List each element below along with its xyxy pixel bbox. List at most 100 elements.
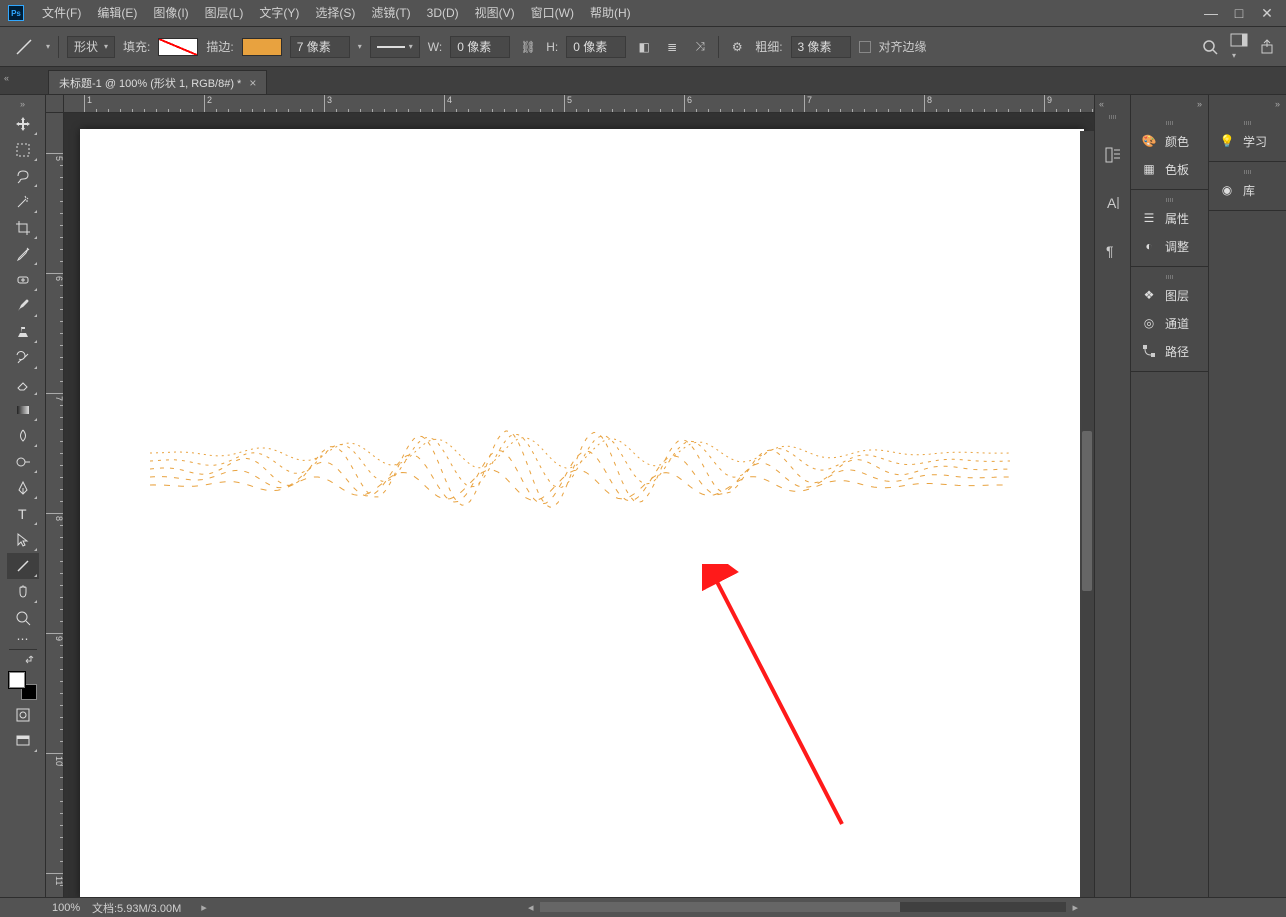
minimize-button[interactable]: —: [1204, 6, 1218, 20]
quick-mask-icon[interactable]: [7, 702, 39, 728]
line-tool-icon[interactable]: [10, 33, 38, 61]
panel-properties[interactable]: ☰属性: [1131, 204, 1208, 232]
menu-type[interactable]: 文字(Y): [251, 1, 307, 26]
foreground-color[interactable]: [9, 672, 25, 688]
collapse-icon[interactable]: »: [1209, 95, 1286, 113]
fill-label: 填充:: [123, 38, 150, 55]
stroke-swatch[interactable]: [242, 38, 282, 56]
paragraph-panel-icon[interactable]: ¶: [1101, 239, 1125, 263]
ruler-horizontal[interactable]: 123456789: [64, 95, 1094, 113]
ruler-vertical[interactable]: 567891011: [46, 113, 64, 897]
path-alignment-icon[interactable]: ≣: [662, 37, 682, 57]
weight-input[interactable]: 3 像素: [791, 36, 851, 58]
menu-edit[interactable]: 编辑(E): [89, 1, 145, 26]
panel-layers[interactable]: ❖图层: [1131, 281, 1208, 309]
eraser-tool[interactable]: [7, 371, 39, 397]
chevron-down-icon: ▾: [104, 42, 108, 51]
crop-tool[interactable]: [7, 215, 39, 241]
dodge-tool[interactable]: [7, 449, 39, 475]
character-panel-icon[interactable]: A: [1101, 191, 1125, 215]
canvas[interactable]: [80, 129, 1084, 897]
clone-stamp-tool[interactable]: [7, 319, 39, 345]
path-selection-tool[interactable]: [7, 527, 39, 553]
maximize-button[interactable]: □: [1232, 6, 1246, 20]
share-icon[interactable]: [1260, 39, 1276, 55]
marquee-tool[interactable]: [7, 137, 39, 163]
zoom-tool[interactable]: [7, 605, 39, 631]
search-icon[interactable]: [1202, 39, 1218, 55]
dock-column-icons: « A ¶: [1094, 95, 1130, 897]
chevron-down-icon[interactable]: ▾: [358, 42, 362, 51]
panel-learn[interactable]: 💡学习: [1209, 127, 1286, 155]
panel-channels[interactable]: ◎通道: [1131, 309, 1208, 337]
blur-tool[interactable]: [7, 423, 39, 449]
eyedropper-tool[interactable]: [7, 241, 39, 267]
document-tab[interactable]: 未标题-1 @ 100% (形状 1, RGB/8#) * ×: [48, 70, 267, 94]
contrast-icon: ◐: [1141, 238, 1157, 254]
menu-filter[interactable]: 滤镜(T): [363, 1, 418, 26]
history-brush-tool[interactable]: [7, 345, 39, 371]
svg-text:T: T: [18, 506, 27, 522]
menu-help[interactable]: 帮助(H): [582, 1, 639, 26]
panel-adjustments[interactable]: ◐调整: [1131, 232, 1208, 260]
close-tab-icon[interactable]: ×: [249, 76, 256, 90]
scrollbar-thumb[interactable]: [540, 902, 900, 912]
scrollbar-thumb[interactable]: [1082, 431, 1092, 591]
screen-mode-icon[interactable]: [7, 728, 39, 754]
menu-window[interactable]: 窗口(W): [523, 1, 582, 26]
document-info[interactable]: 文档:5.93M/3.00M: [92, 900, 181, 916]
lasso-tool[interactable]: [7, 163, 39, 189]
collapse-icon[interactable]: «: [4, 73, 9, 83]
scrollbar-horizontal[interactable]: [540, 902, 1066, 912]
path-arrangement-icon[interactable]: ⤨: [690, 37, 710, 57]
workspace-switcher-icon[interactable]: ▾: [1230, 33, 1248, 61]
stroke-width-input[interactable]: 7 像素: [290, 36, 350, 58]
move-tool[interactable]: [7, 111, 39, 137]
menu-image[interactable]: 图像(I): [145, 1, 196, 26]
line-tool[interactable]: [7, 553, 39, 579]
height-input[interactable]: 0 像素: [566, 36, 626, 58]
scroll-left-icon[interactable]: ◂: [524, 901, 538, 914]
magic-wand-tool[interactable]: [7, 189, 39, 215]
tool-preset-chevron-icon[interactable]: ▾: [46, 42, 50, 51]
scroll-right-icon[interactable]: ▸: [1068, 901, 1082, 914]
panel-column-right: » 💡学习 ◉库: [1208, 95, 1286, 897]
pen-tool[interactable]: [7, 475, 39, 501]
swap-colors-icon[interactable]: [7, 652, 39, 666]
menu-3d[interactable]: 3D(D): [419, 1, 467, 26]
path-operations-icon[interactable]: ◧: [634, 37, 654, 57]
panel-column-main: » 🎨颜色 ▦色板 ☰属性 ◐调整 ❖图层 ◎通道 路径: [1130, 95, 1208, 897]
shape-mode-select[interactable]: 形状 ▾: [67, 36, 115, 58]
link-wh-icon[interactable]: ⛓: [518, 37, 538, 57]
collapse-icon[interactable]: »: [20, 99, 25, 109]
menu-layer[interactable]: 图层(L): [197, 1, 252, 26]
width-input[interactable]: 0 像素: [450, 36, 510, 58]
stroke-style-select[interactable]: ▾: [370, 36, 420, 58]
collapse-icon[interactable]: «: [1099, 99, 1104, 109]
align-edges-checkbox[interactable]: [859, 41, 871, 53]
fill-swatch[interactable]: [158, 38, 198, 56]
menu-file[interactable]: 文件(F): [34, 1, 89, 26]
panel-color[interactable]: 🎨颜色: [1131, 127, 1208, 155]
scrollbar-vertical[interactable]: [1080, 131, 1094, 897]
history-panel-icon[interactable]: [1101, 143, 1125, 167]
panel-libraries[interactable]: ◉库: [1209, 176, 1286, 204]
close-button[interactable]: ✕: [1260, 6, 1274, 20]
collapse-icon[interactable]: »: [1131, 95, 1208, 113]
brush-tool[interactable]: [7, 293, 39, 319]
zoom-level[interactable]: 100%: [12, 902, 72, 914]
edit-toolbar-icon[interactable]: ⋯: [7, 631, 39, 647]
gear-icon[interactable]: ⚙: [727, 37, 747, 57]
menu-select[interactable]: 选择(S): [307, 1, 363, 26]
healing-brush-tool[interactable]: [7, 267, 39, 293]
canvas-viewport[interactable]: [64, 113, 1094, 897]
gradient-tool[interactable]: [7, 397, 39, 423]
ruler-origin[interactable]: [46, 95, 64, 113]
chevron-right-icon[interactable]: ▸: [201, 901, 207, 914]
hand-tool[interactable]: [7, 579, 39, 605]
panel-swatches[interactable]: ▦色板: [1131, 155, 1208, 183]
color-swatches[interactable]: [7, 670, 39, 702]
menu-view[interactable]: 视图(V): [467, 1, 523, 26]
type-tool[interactable]: T: [7, 501, 39, 527]
panel-paths[interactable]: 路径: [1131, 337, 1208, 365]
